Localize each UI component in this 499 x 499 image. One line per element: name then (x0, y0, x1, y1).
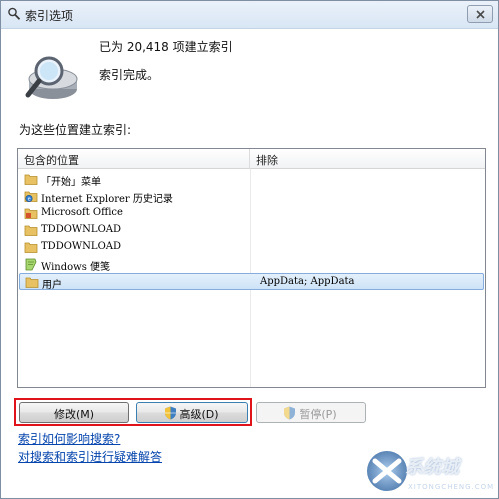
location-exclusions: AppData; AppData (260, 276, 355, 287)
location-row-selected[interactable]: 用户 AppData; AppData (19, 273, 484, 291)
location-row[interactable]: TDDOWNLOAD (19, 239, 484, 256)
pause-button[interactable]: 暂停(P) (256, 402, 366, 423)
folder-icon (24, 225, 38, 236)
locations-heading: 为这些位置建立索引: (19, 123, 132, 137)
indexing-options-icon (8, 7, 21, 20)
title-bar: 索引选项 (1, 1, 498, 29)
folder-icon (25, 277, 39, 288)
folder-icon (24, 242, 38, 253)
sticky-notes-icon (25, 258, 37, 271)
location-row[interactable]: TDDOWNLOAD (19, 222, 484, 239)
location-name: Internet Explorer 历史记录 (41, 194, 173, 205)
location-name: 「开始」菜单 (41, 177, 101, 188)
advanced-button-label: 高级(D) (179, 408, 219, 421)
modify-button[interactable]: 修改(M) (19, 402, 129, 423)
location-row[interactable]: Windows 便笺 (19, 256, 484, 273)
location-name: 用户 (42, 280, 62, 291)
column-header-excluded[interactable]: 排除 (250, 149, 485, 169)
how-indexing-affects-search-link[interactable]: 索引如何影响搜索? (18, 430, 120, 447)
svg-text:e: e (28, 196, 31, 202)
indexing-options-window: 索引选项 已为 20,418 项建立索引 索引完成。 为这些位置建立索引: 包含… (0, 0, 499, 499)
location-row[interactable]: e Internet Explorer 历史记录 (19, 188, 484, 205)
office-icon (24, 208, 38, 219)
location-name: TDDOWNLOAD (41, 241, 122, 252)
location-name: TDDOWNLOAD (41, 224, 122, 235)
modify-button-label: 修改(M) (53, 408, 95, 421)
indexed-locations-list[interactable]: 包含的位置 排除 「开始」菜单 e Internet Explorer 历史记录 (17, 148, 486, 388)
close-icon (476, 10, 485, 19)
advanced-button[interactable]: 高级(D) (136, 402, 248, 423)
close-button[interactable] (467, 5, 493, 23)
location-row[interactable]: Microsoft Office (19, 205, 484, 222)
location-row[interactable]: 「开始」菜单 (19, 171, 484, 188)
ie-history-icon: e (24, 191, 38, 202)
location-name: Microsoft Office (41, 207, 123, 218)
window-title: 索引选项 (25, 9, 74, 23)
index-status-text: 索引完成。 (99, 68, 160, 82)
watermark-subtext: XITONGCHENG.COM (408, 483, 495, 491)
indexed-count-text: 已为 20,418 项建立索引 (99, 40, 233, 54)
location-name: Windows 便笺 (41, 262, 111, 273)
watermark-text: 系统城 (405, 457, 459, 478)
pause-button-label: 暂停(P) (299, 408, 337, 421)
list-header: 包含的位置 排除 (18, 149, 485, 169)
folder-icon (24, 174, 38, 185)
troubleshoot-search-link[interactable]: 对搜索和索引进行疑难解答 (18, 448, 162, 465)
indexing-drive-icon (25, 56, 78, 99)
column-header-included[interactable]: 包含的位置 (18, 149, 250, 169)
